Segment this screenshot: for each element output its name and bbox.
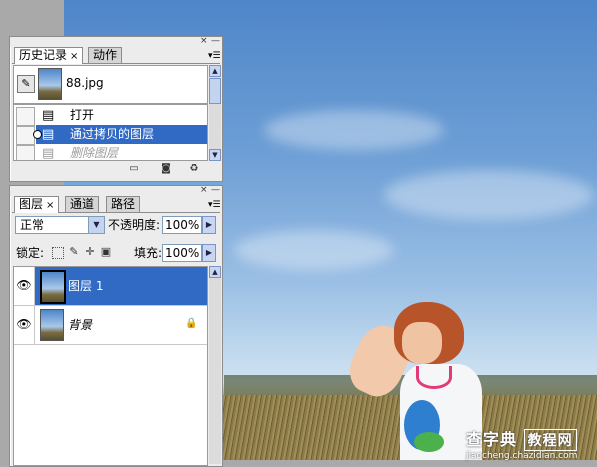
girl-face: [402, 322, 442, 364]
opacity-label: 不透明度:: [108, 218, 161, 232]
cloud: [234, 230, 394, 270]
layers-list: 👁 图层 1 👁 背景 🔒: [13, 266, 208, 466]
history-tabbar: 历史记录 × 动作: [12, 47, 220, 64]
layer-thumbnail: [40, 309, 64, 341]
document-icon: ▤: [42, 108, 55, 123]
tab-label: 动作: [93, 48, 118, 62]
snapshot-label: 88.jpg: [66, 76, 104, 90]
layers-scrollbar[interactable]: ▲: [209, 266, 221, 464]
scroll-down-icon[interactable]: ▼: [209, 149, 221, 161]
cloud: [264, 110, 444, 150]
opacity-input[interactable]: 100%: [162, 216, 202, 234]
history-panel: × — 历史记录× 动作 ▾☰ ✎ 88.jpg ▤ 打开 ▤ 通过拷贝的图层: [9, 36, 223, 182]
history-state-marker-icon: [33, 130, 42, 139]
history-state-label: 打开: [70, 108, 95, 122]
layer-name[interactable]: 图层 1: [68, 267, 103, 305]
fill-slider-button[interactable]: ▶: [202, 244, 216, 262]
scroll-thumb[interactable]: [209, 78, 221, 104]
close-icon[interactable]: ×: [200, 186, 208, 195]
eye-icon[interactable]: 👁: [16, 316, 32, 332]
panel-titlebar[interactable]: [10, 186, 222, 196]
history-source-box[interactable]: [16, 107, 35, 126]
layer-row-selected[interactable]: 👁 图层 1: [14, 267, 207, 306]
tab-label: 图层: [19, 197, 44, 211]
tab-close-icon[interactable]: ×: [70, 51, 78, 62]
minimize-icon[interactable]: —: [211, 37, 220, 46]
lock-all-icon[interactable]: ▣: [100, 246, 112, 258]
history-state[interactable]: ▤ 打开: [14, 106, 207, 126]
lock-label: 锁定:: [16, 246, 45, 260]
cloud: [384, 170, 594, 220]
history-scrollbar[interactable]: ▲ ▼: [209, 65, 221, 161]
watermark: 查字典 教程网 jiaocheng.chazidian.com: [466, 426, 596, 461]
history-state-label: 删除图层: [70, 146, 119, 160]
lock-transparent-icon[interactable]: [52, 247, 64, 259]
shirt-print: [414, 432, 444, 452]
layer-thumbnail: [40, 270, 66, 304]
tab-paths[interactable]: 路径: [106, 196, 141, 212]
history-footer: ▭ ◙ ♻: [10, 161, 222, 177]
close-icon[interactable]: ×: [200, 37, 208, 46]
history-snapshot[interactable]: ✎ 88.jpg: [14, 66, 207, 102]
history-state-label: 通过拷贝的图层: [70, 127, 155, 141]
blend-mode-select[interactable]: 正常 ▼: [15, 216, 105, 234]
fill-label: 填充:: [134, 246, 163, 260]
watermark-main: 查字典 教程网: [466, 426, 596, 451]
history-list: ✎ 88.jpg ▤ 打开 ▤ 通过拷贝的图层 ▤ 删除图层: [13, 65, 208, 161]
scroll-up-icon[interactable]: ▲: [209, 65, 221, 77]
history-divider: [14, 103, 207, 105]
tab-close-icon[interactable]: ×: [46, 200, 54, 211]
lock-icon: 🔒: [185, 318, 198, 329]
layers-panel: × — 图层 × 通道 路径 ▾☰ 正常 ▼ 不透明度: 100% ▶ 锁定: ✎…: [9, 185, 223, 467]
tab-history[interactable]: 历史记录 ×: [14, 47, 84, 64]
lock-image-brush-icon[interactable]: ✎: [68, 246, 80, 258]
watermark-title: 查字典: [466, 430, 518, 449]
watermark-box-text: 教程网: [523, 429, 577, 451]
tab-label: 历史记录: [19, 48, 68, 62]
camera-icon[interactable]: ◙: [160, 163, 172, 174]
panel-menu-icon[interactable]: ▾☰: [208, 51, 221, 61]
layers-controls: 正常 ▼ 不透明度: 100% ▶ 锁定: ✎ ✛ ▣ 填充: 100% ▶: [13, 216, 219, 268]
panel-menu-icon[interactable]: ▾☰: [208, 200, 221, 210]
layers-tabbar: 图层 × 通道 路径: [12, 196, 220, 213]
layer-row[interactable]: 👁 背景 🔒: [14, 306, 207, 345]
chevron-down-icon[interactable]: ▼: [88, 217, 104, 233]
blend-mode-value: 正常: [20, 218, 45, 232]
scroll-up-icon[interactable]: ▲: [209, 266, 221, 278]
eye-icon[interactable]: 👁: [16, 277, 32, 293]
tab-actions[interactable]: 动作: [88, 47, 123, 63]
history-source-box[interactable]: [16, 145, 35, 160]
history-brush-icon[interactable]: ✎: [17, 75, 35, 93]
trash-icon[interactable]: ♻: [188, 163, 200, 174]
history-state[interactable]: ▤ 删除图层: [14, 144, 207, 161]
tab-label: 路径: [111, 197, 136, 211]
panel-titlebar[interactable]: [10, 37, 222, 47]
tab-label: 通道: [70, 197, 95, 211]
opacity-slider-button[interactable]: ▶: [202, 216, 216, 234]
snapshot-thumbnail: [38, 68, 62, 100]
layer-name[interactable]: 背景: [68, 306, 92, 344]
document-icon: ▤: [42, 127, 55, 142]
lock-position-move-icon[interactable]: ✛: [84, 246, 96, 258]
necklace: [416, 366, 452, 389]
document-icon: ▤: [42, 146, 55, 161]
fill-input[interactable]: 100%: [162, 244, 202, 262]
tab-channels[interactable]: 通道: [65, 196, 100, 212]
new-document-icon[interactable]: ▭: [128, 163, 140, 174]
minimize-icon[interactable]: —: [211, 186, 220, 195]
tab-layers[interactable]: 图层 ×: [14, 196, 60, 213]
history-state-selected[interactable]: ▤ 通过拷贝的图层: [14, 125, 207, 145]
